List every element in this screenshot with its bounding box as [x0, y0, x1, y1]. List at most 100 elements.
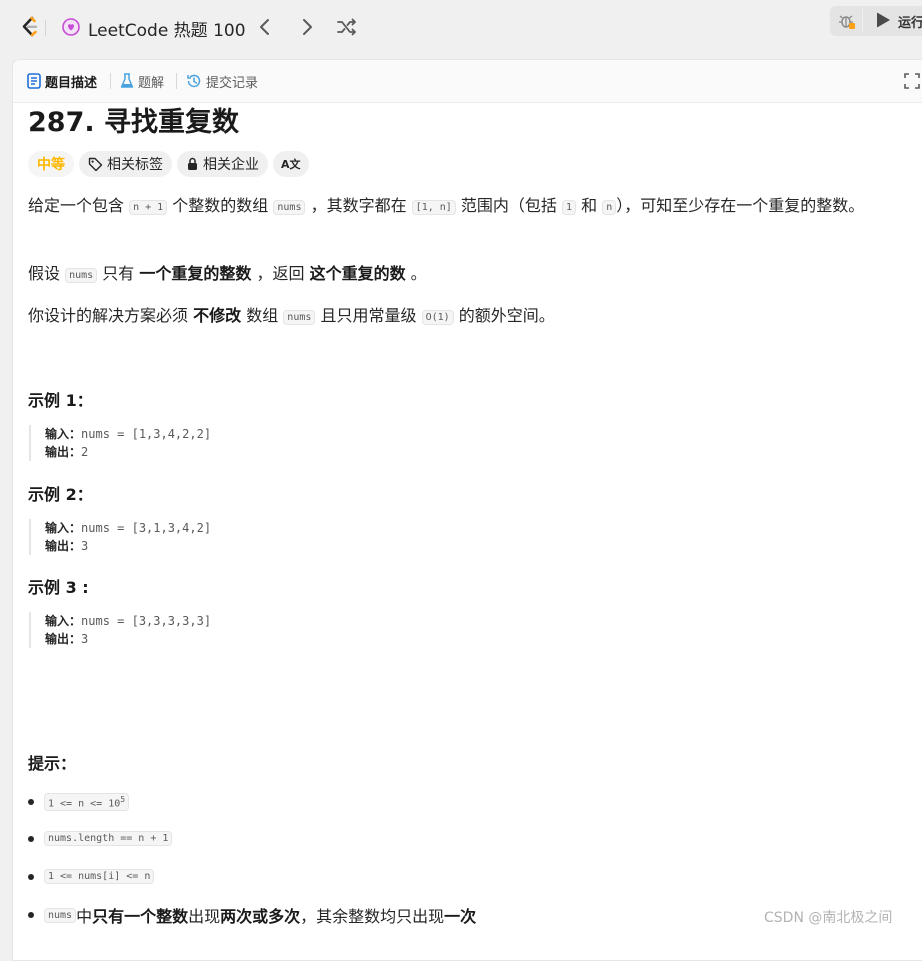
text: 范围内（包括 — [455, 196, 562, 215]
text: 只有 — [97, 264, 140, 283]
example-input: nums = [3,3,3,3,3] — [81, 614, 212, 628]
text: 出现 — [188, 907, 221, 926]
bold-text: 只有一个整数 — [92, 907, 189, 926]
tab-description[interactable]: 题目描述 — [27, 71, 97, 91]
tab-label: 题解 — [138, 75, 165, 91]
run-button[interactable]: 运行 — [898, 12, 922, 31]
bold-text: 一次 — [444, 907, 477, 926]
divider — [110, 73, 111, 89]
related-tags-button[interactable]: 相关标签 — [79, 151, 172, 177]
inline-code: n + 1 — [129, 200, 168, 215]
example-block: 输入：nums = [1,3,4,2,2] 输出：2 — [29, 425, 211, 461]
panel-tabs: 题目描述 题解 提交记录 — [13, 60, 922, 103]
translate-button[interactable]: A文 — [273, 151, 309, 177]
difficulty-badge: 中等 — [28, 151, 74, 177]
example-title: 示例 3 : — [28, 578, 89, 597]
inline-code: nums — [273, 200, 306, 215]
constraints-title: 提示： — [28, 754, 77, 773]
example-block: 输入：nums = [3,1,3,4,2] 输出：3 — [29, 519, 211, 555]
bullet-dot — [28, 912, 34, 918]
text: 假设 — [28, 264, 66, 283]
example-title: 示例 1： — [28, 391, 93, 410]
shuffle-icon[interactable] — [335, 15, 359, 39]
text: 你设计的解决方案必须 — [28, 306, 194, 325]
problem-title: 287. 寻找重复数 — [28, 107, 240, 138]
tab-solutions[interactable]: 题解 — [120, 71, 164, 91]
description-paragraph: 假设 nums 只有 一个重复的整数 ，返回 这个重复的数 。 — [28, 260, 903, 289]
bullet-dot — [28, 799, 34, 806]
text: ，其余整数均只出现 — [300, 907, 445, 926]
text: 且只用常量级 — [315, 306, 422, 325]
text: 和 — [576, 196, 603, 215]
tab-submissions[interactable]: 提交记录 — [186, 71, 258, 91]
problem-list-title[interactable]: LeetCode 热题 100 — [88, 16, 246, 41]
superscript: 5 — [120, 795, 126, 804]
flask-icon — [120, 73, 134, 88]
tab-label: 题目描述 — [45, 75, 98, 91]
next-problem-icon[interactable] — [295, 15, 319, 39]
text: 给定一个包含 — [28, 196, 130, 215]
text: ，其数字都在 — [305, 196, 412, 215]
example-title: 示例 2： — [28, 485, 93, 504]
divider — [862, 9, 863, 33]
constraint-item: 1 <= n <= 105 — [28, 793, 130, 812]
bold-text: 不修改 — [193, 306, 242, 325]
bullet-dot — [28, 873, 34, 880]
text: 个整数的数组 — [167, 196, 274, 215]
input-label: 输入： — [45, 614, 82, 628]
inline-code: O(1) — [421, 310, 454, 325]
example-output: 2 — [81, 445, 89, 459]
inline-code: nums — [283, 310, 316, 325]
inline-code: 1 <= nums[i] <= n — [44, 869, 155, 884]
expand-icon[interactable] — [903, 72, 921, 90]
text: ），可知至少存在一个重复的整数。 — [616, 196, 865, 215]
tag-row: 中等 相关标签 相关企业 A文 — [28, 151, 314, 177]
constraint-item: nums 中 只有一个整数 出现 两次或多次 ，其余整数均只出现 一次 — [28, 903, 476, 927]
description-icon — [27, 73, 41, 89]
constraint-item: 1 <= nums[i] <= n — [28, 869, 155, 884]
input-label: 输入： — [45, 427, 82, 441]
code-text: 1 <= n <= 10 — [48, 798, 121, 810]
play-icon[interactable] — [874, 11, 892, 29]
bold-text: 这个重复的数 — [309, 264, 406, 283]
output-label: 输出： — [45, 445, 82, 459]
bold-text: 两次或多次 — [220, 907, 301, 926]
example-block: 输入：nums = [3,3,3,3,3] 输出：3 — [29, 612, 211, 648]
translate-icon: A文 — [281, 158, 301, 171]
text: 的额外空间。 — [453, 306, 555, 325]
watermark: CSDN @南北极之间 — [764, 910, 893, 926]
divider — [45, 20, 46, 36]
tag-label: 相关标签 — [107, 157, 163, 173]
tab-label: 提交记录 — [206, 75, 259, 91]
text: ，返回 — [251, 264, 310, 283]
inline-code: nums — [65, 268, 98, 283]
example-output: 3 — [81, 539, 89, 553]
tag-label: 相关企业 — [203, 157, 259, 173]
leetcode-logo-icon[interactable] — [17, 14, 43, 40]
history-icon — [187, 74, 201, 88]
text: 。 — [405, 264, 427, 283]
debug-icon[interactable] — [837, 11, 857, 31]
example-input: nums = [3,1,3,4,2] — [81, 521, 212, 535]
bullet-dot — [28, 835, 34, 842]
inline-code: 1 <= n <= 105 — [44, 793, 130, 812]
output-label: 输出： — [45, 539, 82, 553]
description-panel: 题目描述 题解 提交记录 287. 寻找重复数 中等 相关标签 相关企业 A文 … — [12, 59, 922, 961]
lock-icon — [188, 157, 197, 170]
bold-text: 一个重复的整数 — [139, 264, 252, 283]
divider — [176, 73, 177, 89]
inline-code: nums — [44, 907, 77, 923]
input-label: 输入： — [45, 521, 82, 535]
text: 中 — [76, 907, 93, 926]
inline-code: [1, n] — [411, 200, 456, 215]
tag-icon — [88, 157, 103, 171]
inline-code: n — [602, 200, 617, 215]
constraint-item: nums.length == n + 1 — [28, 831, 173, 846]
description-paragraph: 给定一个包含 n + 1 个整数的数组 nums ，其数字都在 [1, n] 范… — [28, 192, 903, 221]
prev-problem-icon[interactable] — [253, 15, 277, 39]
top-bar: LeetCode 热题 100 运行 — [0, 0, 922, 56]
problem-list-icon[interactable] — [61, 17, 81, 37]
example-input: nums = [1,3,4,2,2] — [81, 427, 212, 441]
inline-code: 1 — [561, 200, 577, 215]
related-companies-button[interactable]: 相关企业 — [177, 151, 268, 177]
